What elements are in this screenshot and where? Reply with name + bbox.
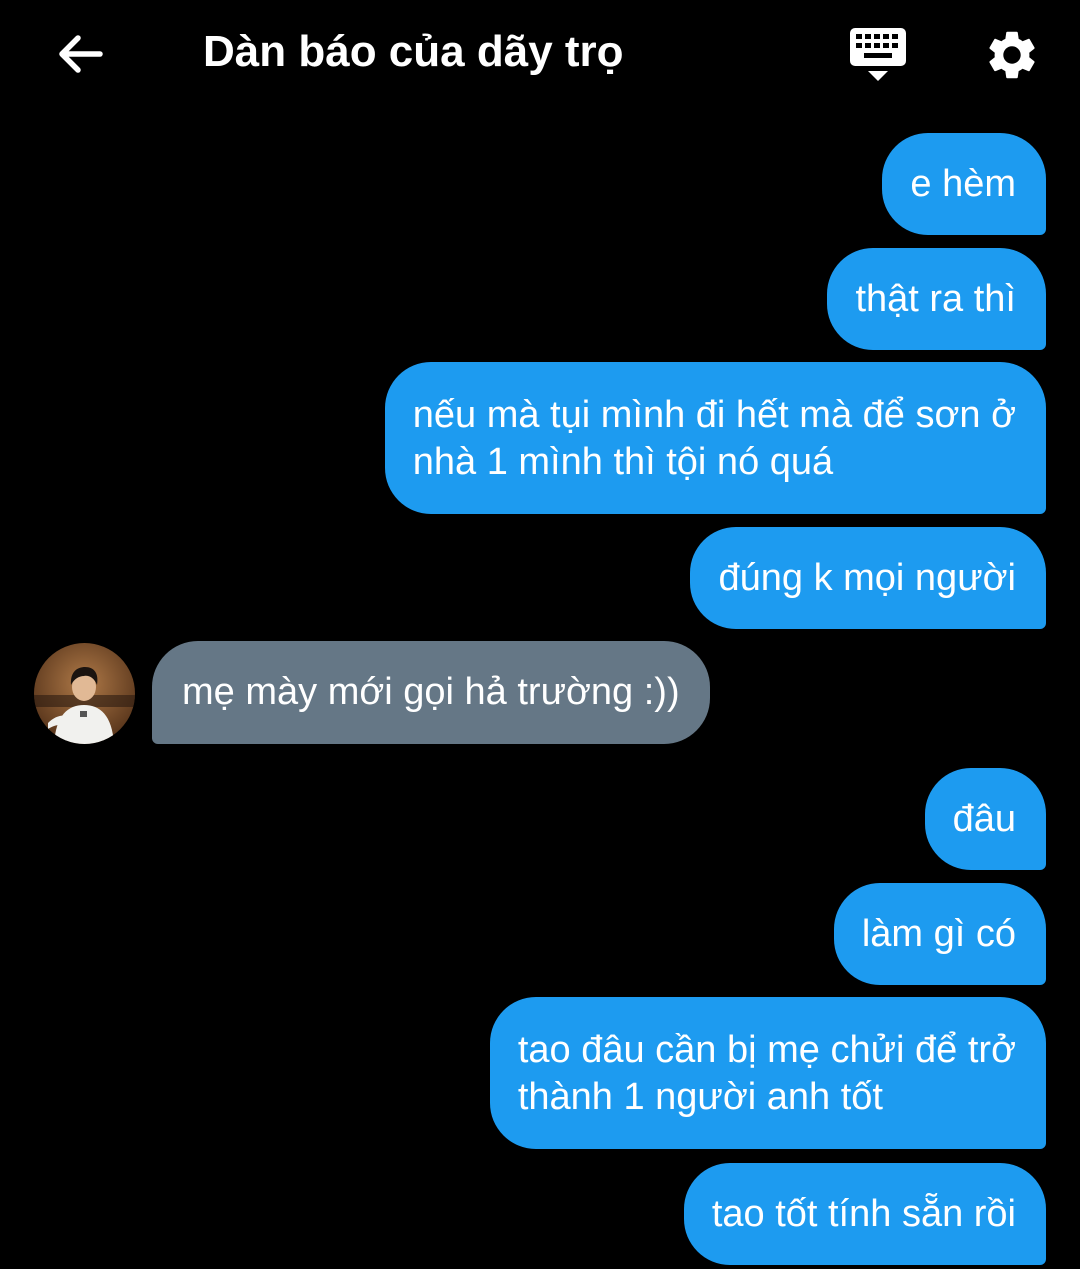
outgoing-message[interactable]: nếu mà tụi mình đi hết mà để sơn ở nhà 1… <box>384 362 1046 514</box>
message-text: thật ra thì <box>855 277 1016 320</box>
settings-button[interactable] <box>978 22 1046 88</box>
avatar[interactable] <box>34 643 135 744</box>
outgoing-message[interactable]: thật ra thì <box>827 248 1046 350</box>
message-text: mẹ mày mới gọi hả trường :)) <box>182 671 680 713</box>
message-text: tao tốt tính sẵn rồi <box>711 1192 1016 1235</box>
arrow-left-icon <box>59 35 103 73</box>
message-line: nhà 1 mình thì tội nó quá <box>412 441 834 483</box>
message-text: đâu <box>952 797 1016 840</box>
message-text: đúng k mọi người <box>718 556 1016 599</box>
back-button[interactable] <box>48 22 112 86</box>
keyboard-icon <box>850 28 906 81</box>
conversation-title: Dàn báo của dãy trọ <box>203 27 624 76</box>
incoming-message[interactable]: mẹ mày mới gọi hả trường :)) <box>152 641 710 744</box>
outgoing-message[interactable]: tao tốt tính sẵn rồi <box>683 1163 1046 1265</box>
outgoing-message[interactable]: đúng k mọi người <box>690 527 1046 629</box>
message-line: nếu mà tụi mình đi hết mà để sơn ở <box>412 394 1016 436</box>
outgoing-message[interactable]: tao đâu cần bị mẹ chửi để trở thành 1 ng… <box>489 997 1046 1149</box>
message-line: tao đâu cần bị mẹ chửi để trở <box>517 1029 1016 1071</box>
outgoing-message[interactable]: đâu <box>924 768 1046 870</box>
profile-photo <box>34 643 135 744</box>
message-text: e hèm <box>910 162 1016 205</box>
message-text: nếu mà tụi mình đi hết mà để sơn ở nhà 1… <box>413 392 1016 486</box>
message-text: làm gì có <box>861 912 1016 955</box>
keyboard-button[interactable] <box>842 22 914 88</box>
message-text: tao đâu cần bị mẹ chửi để trở thành 1 ng… <box>518 1027 1016 1121</box>
outgoing-message[interactable]: làm gì có <box>833 883 1046 985</box>
message-line: thành 1 người anh tốt <box>517 1076 883 1118</box>
gear-icon <box>989 31 1035 79</box>
chat-header: Dàn báo của dãy trọ <box>0 0 1080 110</box>
outgoing-message[interactable]: e hèm <box>882 133 1046 235</box>
